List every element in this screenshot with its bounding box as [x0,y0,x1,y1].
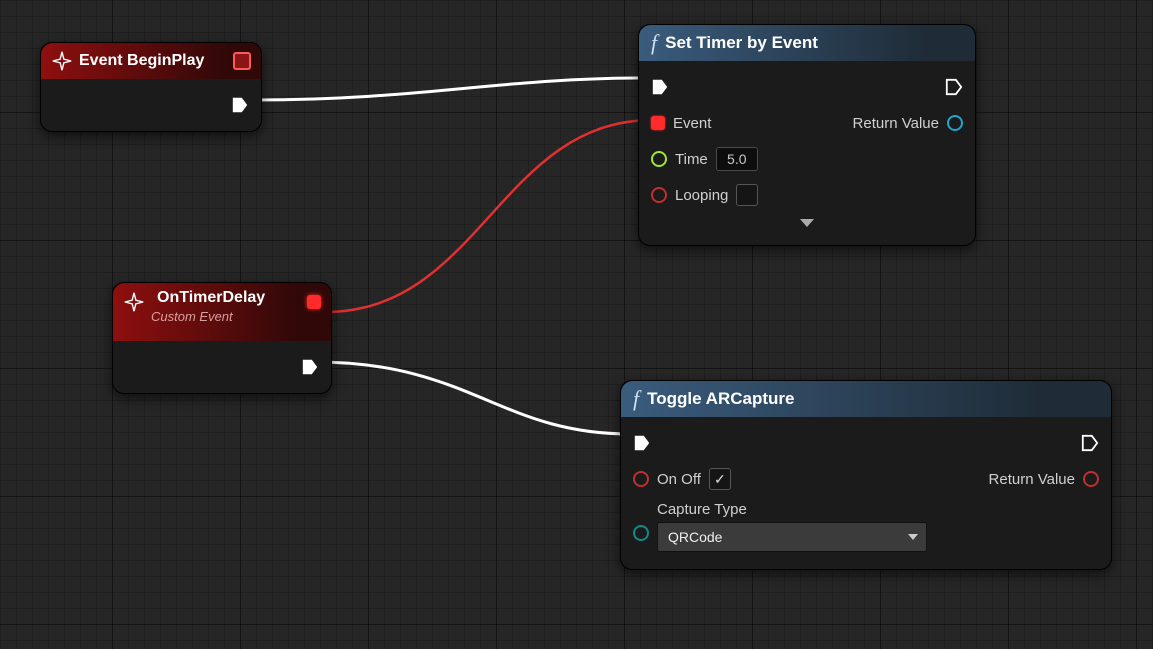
capturetype-dropdown[interactable]: QRCode [657,522,927,552]
node-event-ontimerdelay[interactable]: OnTimerDelay Custom Event [112,282,332,394]
event-icon [123,291,145,313]
function-icon: f [651,30,657,56]
exec-out-pin[interactable] [945,78,963,96]
node-header[interactable]: f Toggle ARCapture [621,381,1111,417]
node-title: Event BeginPlay [79,52,233,70]
pin-label-event: Event [673,115,711,132]
expand-node-button[interactable] [800,219,814,227]
node-title: Toggle ARCapture [647,389,794,409]
pin-label-returnvalue: Return Value [853,115,939,132]
node-func-settimerbyevent[interactable]: f Set Timer by Event Event [638,24,976,246]
function-icon: f [633,386,639,412]
exec-out-pin[interactable] [1081,434,1099,452]
looping-checkbox[interactable] [736,184,758,206]
delegate-out-pin[interactable] [307,295,321,309]
capturetype-dropdown-value: QRCode [668,529,722,545]
chevron-down-icon [908,534,918,540]
return-value-out-pin[interactable] [1083,471,1099,487]
exec-in-pin[interactable] [651,78,669,96]
node-header[interactable]: f Set Timer by Event [639,25,975,61]
exec-out-pin[interactable] [231,96,249,114]
node-title: OnTimerDelay [157,289,307,307]
node-event-beginplay[interactable]: Event BeginPlay [40,42,262,132]
pin-label-looping: Looping [675,187,728,204]
capturetype-in-pin[interactable] [633,525,649,541]
node-subtitle: Custom Event [151,309,307,324]
node-header[interactable]: OnTimerDelay Custom Event [113,283,331,341]
blueprint-graph-canvas[interactable]: Event BeginPlay OnTimerDelay Custom Even… [0,0,1153,649]
onoff-in-pin[interactable] [633,471,649,487]
delegate-pin[interactable] [233,52,251,70]
pin-label-capturetype: Capture Type [657,501,927,518]
looping-in-pin[interactable] [651,187,667,203]
pin-label-onoff: On Off [657,471,701,488]
event-delegate-in-pin[interactable] [651,116,665,130]
event-icon [51,50,73,72]
exec-in-pin[interactable] [633,434,651,452]
onoff-checkbox[interactable]: ✓ [709,468,731,490]
time-in-pin[interactable] [651,151,667,167]
exec-out-pin[interactable] [301,358,319,376]
time-input[interactable]: 5.0 [716,147,758,171]
pin-label-returnvalue: Return Value [989,471,1075,488]
pin-label-time: Time [675,151,708,168]
node-func-togglearcapture[interactable]: f Toggle ARCapture On Off [620,380,1112,570]
return-value-out-pin[interactable] [947,115,963,131]
node-header[interactable]: Event BeginPlay [41,43,261,79]
node-title: Set Timer by Event [665,33,818,53]
